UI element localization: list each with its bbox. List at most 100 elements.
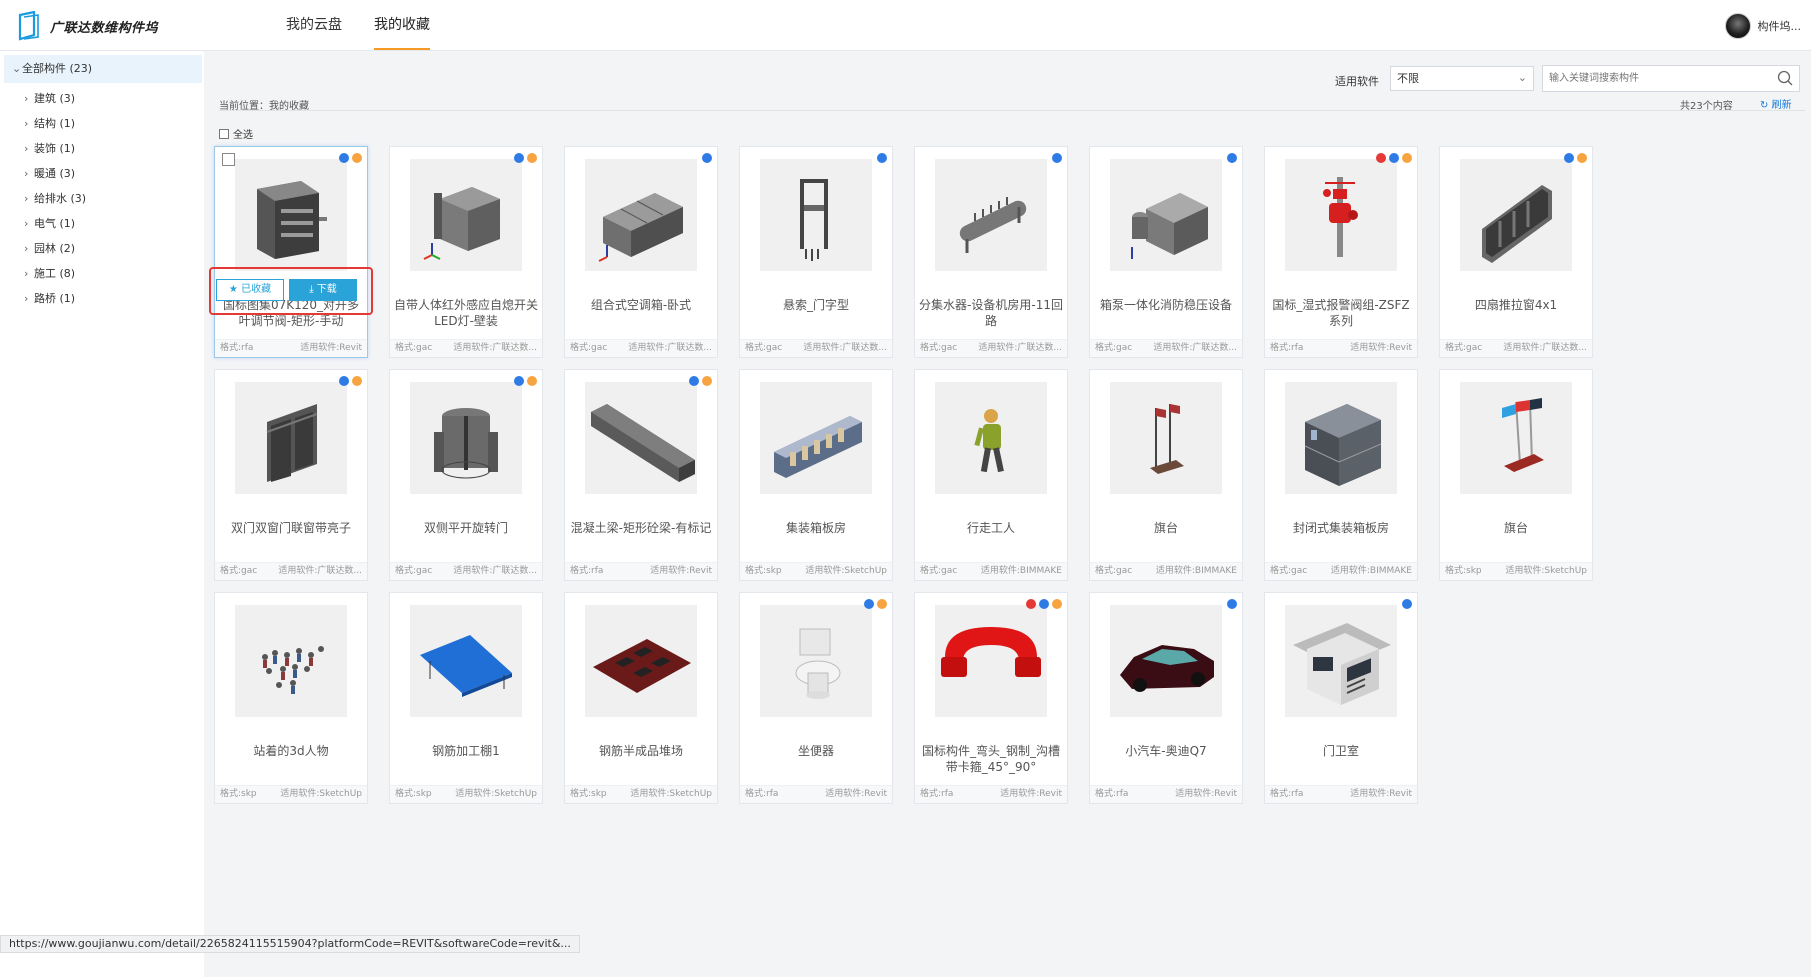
component-thumbnail[interactable] xyxy=(1460,159,1572,271)
component-card[interactable]: 集装箱板房 格式:skp 适用软件:SketchUp xyxy=(739,369,893,581)
sidebar-item-hvac[interactable]: › 暖通 (3) xyxy=(24,165,75,183)
component-thumbnail[interactable] xyxy=(585,382,697,494)
user-name[interactable]: 构件坞... xyxy=(1758,18,1802,34)
logo[interactable]: 广联达数维构件坞 xyxy=(16,10,158,42)
component-title[interactable]: 集装箱板房 xyxy=(744,520,888,536)
sidebar-item-landscape[interactable]: › 园林 (2) xyxy=(24,240,75,258)
component-title[interactable]: 四扇推拉窗4x1 xyxy=(1444,297,1588,313)
component-thumbnail[interactable] xyxy=(760,605,872,717)
chevron-right-icon: › xyxy=(24,242,29,255)
sidebar-item-structure[interactable]: › 结构 (1) xyxy=(24,115,75,133)
component-title[interactable]: 双门双窗门联窗带亮子 xyxy=(219,520,363,536)
component-card[interactable]: 双侧平开旋转门 格式:gac 适用软件:广联达数... xyxy=(389,369,543,581)
component-card[interactable]: 国标_湿式报警阀组-ZSFZ系列 格式:rfa 适用软件:Revit xyxy=(1264,146,1418,358)
component-title[interactable]: 混凝土梁-矩形砼梁-有标记 xyxy=(569,520,713,536)
component-thumbnail[interactable] xyxy=(1285,382,1397,494)
component-title[interactable]: 钢筋加工棚1 xyxy=(394,743,538,759)
component-thumbnail[interactable] xyxy=(235,159,347,271)
component-title[interactable]: 自带人体红外感应自熄开关LED灯-壁装 xyxy=(394,297,538,329)
component-title[interactable]: 悬索_门字型 xyxy=(744,297,888,313)
component-title[interactable]: 站着的3d人物 xyxy=(219,743,363,759)
component-card[interactable]: 小汽车-奥迪Q7 格式:rfa 适用软件:Revit xyxy=(1089,592,1243,804)
component-title[interactable]: 钢筋半成品堆场 xyxy=(569,743,713,759)
component-card[interactable]: 箱泵一体化消防稳压设备 格式:gac 适用软件:广联达数... xyxy=(1089,146,1243,358)
component-title[interactable]: 旗台 xyxy=(1444,520,1588,536)
component-format: 格式:rfa xyxy=(570,566,604,576)
favorited-button[interactable]: ★ 已收藏 xyxy=(216,279,284,301)
component-title[interactable]: 国标构件_弯头_钢制_沟槽带卡箍_45°_90° xyxy=(919,743,1063,775)
select-all-checkbox[interactable] xyxy=(219,128,229,139)
component-title[interactable]: 坐便器 xyxy=(744,743,888,759)
component-thumbnail[interactable] xyxy=(1285,605,1397,717)
component-thumbnail[interactable] xyxy=(760,382,872,494)
component-card[interactable]: 坐便器 格式:rfa 适用软件:Revit xyxy=(739,592,893,804)
component-card[interactable]: 悬索_门字型 格式:gac 适用软件:广联达数... xyxy=(739,146,893,358)
refresh-button[interactable]: ↻ 刷新 xyxy=(1760,96,1792,111)
tree-root-all[interactable]: ⌄全部构件 (23) xyxy=(4,55,202,83)
component-title[interactable]: 箱泵一体化消防稳压设备 xyxy=(1094,297,1238,313)
component-thumbnail[interactable] xyxy=(235,382,347,494)
component-card[interactable]: 组合式空调箱-卧式 格式:gac 适用软件:广联达数... xyxy=(564,146,718,358)
component-thumbnail[interactable] xyxy=(935,382,1047,494)
search-icon[interactable] xyxy=(1776,69,1794,87)
search-box[interactable] xyxy=(1542,65,1800,92)
component-title[interactable]: 旗台 xyxy=(1094,520,1238,536)
component-title[interactable]: 分集水器-设备机房用-11回路 xyxy=(919,297,1063,329)
component-card[interactable]: 旗台 格式:skp 适用软件:SketchUp xyxy=(1439,369,1593,581)
component-thumbnail[interactable] xyxy=(935,605,1047,717)
component-thumbnail[interactable] xyxy=(410,159,522,271)
flag-stand-color-icon xyxy=(1502,398,1544,472)
component-thumbnail[interactable] xyxy=(585,159,697,271)
component-card[interactable]: 四扇推拉窗4x1 格式:gac 适用软件:广联达数... xyxy=(1439,146,1593,358)
component-thumbnail[interactable] xyxy=(1460,382,1572,494)
component-thumbnail[interactable] xyxy=(1285,159,1397,271)
sidebar-item-decoration[interactable]: › 装饰 (1) xyxy=(24,140,75,158)
user-menu[interactable]: 构件坞... xyxy=(1724,13,1802,39)
sidebar-item-plumbing[interactable]: › 给排水 (3) xyxy=(24,190,86,208)
card-checkbox[interactable] xyxy=(222,153,235,166)
component-card[interactable]: 封闭式集装箱板房 格式:gac 适用软件:BIMMAKE xyxy=(1264,369,1418,581)
tab-my-favorites[interactable]: 我的收藏 xyxy=(374,0,430,51)
component-thumbnail[interactable] xyxy=(235,605,347,717)
select-all[interactable]: 全选 xyxy=(219,126,253,141)
component-thumbnail[interactable] xyxy=(585,605,697,717)
avatar[interactable] xyxy=(1724,13,1751,39)
component-title[interactable]: 组合式空调箱-卧式 xyxy=(569,297,713,313)
sidebar-item-construction[interactable]: › 施工 (8) xyxy=(24,265,75,283)
component-card[interactable]: 分集水器-设备机房用-11回路 格式:gac 适用软件:广联达数... xyxy=(914,146,1068,358)
component-card[interactable]: 混凝土梁-矩形砼梁-有标记 格式:rfa 适用软件:Revit xyxy=(564,369,718,581)
component-title[interactable]: 国标_湿式报警阀组-ZSFZ系列 xyxy=(1269,297,1413,329)
sidebar-item-electrical[interactable]: › 电气 (1) xyxy=(24,215,75,233)
sidebar-item-road-bridge[interactable]: › 路桥 (1) xyxy=(24,290,75,308)
component-card[interactable]: 钢筋半成品堆场 格式:skp 适用软件:SketchUp xyxy=(564,592,718,804)
blue-software-badge-icon xyxy=(1039,599,1049,609)
component-card[interactable]: 双门双窗门联窗带亮子 格式:gac 适用软件:广联达数... xyxy=(214,369,368,581)
component-title[interactable]: 行走工人 xyxy=(919,520,1063,536)
software-filter-select[interactable]: 不限 ⌄ xyxy=(1390,66,1534,91)
software-badges xyxy=(511,153,537,163)
component-title[interactable]: 双侧平开旋转门 xyxy=(394,520,538,536)
component-thumbnail[interactable] xyxy=(410,382,522,494)
component-card[interactable]: 国标构件_弯头_钢制_沟槽带卡箍_45°_90° 格式:rfa 适用软件:Revit xyxy=(914,592,1068,804)
component-card[interactable]: 门卫室 格式:rfa 适用软件:Revit xyxy=(1264,592,1418,804)
sidebar-item-architecture[interactable]: › 建筑 (3) xyxy=(24,90,75,108)
component-title[interactable]: 封闭式集装箱板房 xyxy=(1269,520,1413,536)
component-thumbnail[interactable] xyxy=(1110,159,1222,271)
component-thumbnail[interactable] xyxy=(1110,605,1222,717)
component-thumbnail[interactable] xyxy=(1110,382,1222,494)
component-card[interactable]: 钢筋加工棚1 格式:skp 适用软件:SketchUp xyxy=(389,592,543,804)
component-title[interactable]: 小汽车-奥迪Q7 xyxy=(1094,743,1238,759)
component-card[interactable]: 旗台 格式:gac 适用软件:BIMMAKE xyxy=(1089,369,1243,581)
component-card[interactable]: 站着的3d人物 格式:skp 适用软件:SketchUp xyxy=(214,592,368,804)
component-thumbnail[interactable] xyxy=(935,159,1047,271)
component-card[interactable]: 自带人体红外感应自熄开关LED灯-壁装 格式:gac 适用软件:广联达数... xyxy=(389,146,543,358)
component-thumbnail[interactable] xyxy=(410,605,522,717)
component-card[interactable]: 国标图集07K120_对开多叶调节阀-矩形-手动 格式:rfa 适用软件:Revit… xyxy=(209,146,373,358)
component-thumbnail[interactable] xyxy=(760,159,872,271)
tab-my-cloud[interactable]: 我的云盘 xyxy=(286,0,342,51)
component-title[interactable]: 门卫室 xyxy=(1269,743,1413,759)
component-software: 适用软件:广联达数... xyxy=(978,343,1062,353)
search-input[interactable] xyxy=(1543,66,1763,91)
download-button[interactable]: ⤓ 下载 xyxy=(289,279,357,301)
component-card[interactable]: 行走工人 格式:gac 适用软件:BIMMAKE xyxy=(914,369,1068,581)
